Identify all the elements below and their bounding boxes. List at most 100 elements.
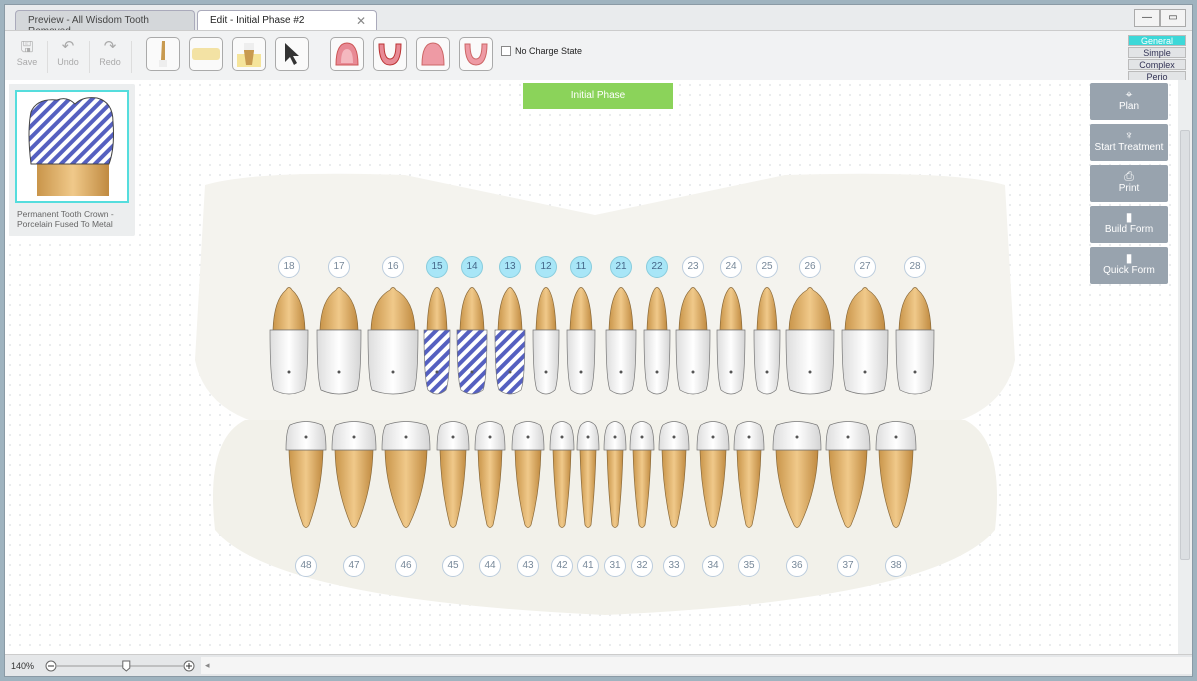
- tooth-number-34[interactable]: 34: [702, 555, 724, 577]
- tooth-number-38[interactable]: 38: [885, 555, 907, 577]
- upper-plate-icon: [421, 42, 445, 66]
- tooth-number-27[interactable]: 27: [854, 256, 876, 278]
- tooth-number-32[interactable]: 32: [631, 555, 653, 577]
- lower-denture-tool[interactable]: [373, 37, 407, 71]
- maximize-button[interactable]: ▭: [1160, 9, 1186, 27]
- button-label: Plan: [1118, 101, 1139, 112]
- start-treatment-button[interactable]: ♆ Start Treatment: [1090, 124, 1168, 161]
- tooth-number-44[interactable]: 44: [479, 555, 501, 577]
- tooth-number-46[interactable]: 46: [395, 555, 417, 577]
- bone-icon: [192, 48, 220, 60]
- tooth-number-14[interactable]: 14: [461, 256, 483, 278]
- tooth-number-18[interactable]: 18: [278, 256, 300, 278]
- upper-plate-tool[interactable]: [416, 37, 450, 71]
- redo-button[interactable]: ↷ Redo: [90, 37, 130, 67]
- divider: [131, 41, 132, 73]
- select-tool[interactable]: [275, 37, 309, 71]
- tooth-number-13[interactable]: 13: [499, 256, 521, 278]
- crown-icon: [28, 97, 114, 196]
- tooth-number-47[interactable]: 47: [343, 555, 365, 577]
- build-form-button[interactable]: ▮ Build Form: [1090, 206, 1168, 243]
- lower-plate-icon: [464, 43, 488, 66]
- tooth-icon: ♆: [1124, 128, 1134, 142]
- plan-button[interactable]: ⌖ Plan: [1090, 83, 1168, 120]
- clipboard-icon: ▮: [1125, 251, 1133, 265]
- tab-edit[interactable]: Edit - Initial Phase #2 ✕: [197, 10, 377, 31]
- lower-denture-icon: [378, 43, 402, 66]
- tooth-number-43[interactable]: 43: [517, 555, 539, 577]
- bone-tool[interactable]: [189, 37, 223, 71]
- crown-preview-image: [15, 90, 129, 203]
- save-label: Save: [16, 57, 38, 67]
- tooth-number-16[interactable]: 16: [382, 256, 404, 278]
- button-label: Quick Form: [1103, 265, 1155, 276]
- toolbar: 🖫 Save ↶ Undo ↷ Redo No Charge State Genera…: [5, 30, 1192, 83]
- mode-complex[interactable]: Complex: [1128, 59, 1186, 70]
- tooth-number-24[interactable]: 24: [720, 256, 742, 278]
- save-icon: 🖫: [20, 39, 34, 56]
- button-label: Start Treatment: [1094, 142, 1164, 153]
- printer-icon: ⎙: [1124, 169, 1134, 183]
- tooth-number-17[interactable]: 17: [328, 256, 350, 278]
- tooth-root-icon: [159, 41, 167, 67]
- tooth-number-42[interactable]: 42: [551, 555, 573, 577]
- app-window: Preview - All Wisdom Tooth Removed Edit …: [4, 4, 1193, 677]
- crosshair-icon: ⌖: [1125, 87, 1133, 101]
- tooth-number-12[interactable]: 12: [535, 256, 557, 278]
- tooth-number-41[interactable]: 41: [577, 555, 599, 577]
- status-bar: 140% ◂: [5, 654, 1192, 676]
- quick-form-button[interactable]: ▮ Quick Form: [1090, 247, 1168, 284]
- lower-plate-tool[interactable]: [459, 37, 493, 71]
- mode-general[interactable]: General: [1128, 35, 1186, 46]
- preview-caption: Permanent Tooth Crown -Porcelain Fused T…: [17, 209, 114, 229]
- checkbox-box[interactable]: [501, 46, 511, 56]
- tooth-number-11[interactable]: 11: [570, 256, 592, 278]
- undo-icon: ↶: [61, 38, 75, 55]
- horizontal-scrollbar[interactable]: ◂: [201, 657, 1192, 674]
- single-tooth-tool[interactable]: [146, 37, 180, 71]
- button-label: Build Form: [1104, 224, 1154, 235]
- tab-preview[interactable]: Preview - All Wisdom Tooth Removed: [15, 10, 195, 37]
- button-label: Print: [1118, 183, 1140, 194]
- implant-tool[interactable]: [232, 37, 266, 71]
- vertical-scrollbar[interactable]: [1178, 80, 1192, 655]
- scroll-thumb[interactable]: [1180, 130, 1190, 560]
- cursor-arrow-icon: [285, 43, 299, 65]
- phase-banner[interactable]: Initial Phase: [523, 83, 673, 109]
- tooth-number-35[interactable]: 35: [738, 555, 760, 577]
- redo-icon: ↷: [103, 38, 117, 55]
- tooth-number-23[interactable]: 23: [682, 256, 704, 278]
- save-button[interactable]: 🖫 Save: [7, 37, 47, 67]
- zoom-level: 140%: [11, 661, 35, 671]
- mode-tabs: General Simple Complex Perio: [1128, 35, 1186, 83]
- tooth-number-26[interactable]: 26: [799, 256, 821, 278]
- tooth-number-48[interactable]: 48: [295, 555, 317, 577]
- tab-label: Edit - Initial Phase #2: [210, 15, 305, 26]
- tooth-number-15[interactable]: 15: [426, 256, 448, 278]
- no-charge-state-checkbox[interactable]: No Charge State: [501, 46, 582, 56]
- dental-chart-canvas[interactable]: Permanent Tooth Crown -Porcelain Fused T…: [5, 80, 1178, 655]
- tooth-number-31[interactable]: 31: [604, 555, 626, 577]
- no-charge-label: No Charge State: [515, 46, 583, 56]
- zoom-slider[interactable]: [45, 660, 195, 672]
- treatment-preview-panel: Permanent Tooth Crown -Porcelain Fused T…: [9, 84, 135, 236]
- print-button[interactable]: ⎙ Print: [1090, 165, 1168, 202]
- zoom-slider-handle[interactable]: [122, 660, 131, 672]
- tooth-number-25[interactable]: 25: [756, 256, 778, 278]
- tooth-number-28[interactable]: 28: [904, 256, 926, 278]
- close-icon[interactable]: ✕: [356, 14, 366, 28]
- tooth-number-33[interactable]: 33: [663, 555, 685, 577]
- mode-simple[interactable]: Simple: [1128, 47, 1186, 58]
- implant-icon: [237, 43, 261, 67]
- clipboard-icon: ▮: [1125, 210, 1133, 224]
- tooth-number-21[interactable]: 21: [610, 256, 632, 278]
- upper-denture-tool[interactable]: [330, 37, 364, 71]
- tooth-number-22[interactable]: 22: [646, 256, 668, 278]
- undo-button[interactable]: ↶ Undo: [48, 37, 88, 67]
- redo-label: Redo: [99, 57, 121, 67]
- tooth-number-45[interactable]: 45: [442, 555, 464, 577]
- upper-denture-icon: [335, 42, 359, 66]
- tooth-number-36[interactable]: 36: [786, 555, 808, 577]
- tooth-number-37[interactable]: 37: [837, 555, 859, 577]
- minimize-button[interactable]: —: [1134, 9, 1160, 27]
